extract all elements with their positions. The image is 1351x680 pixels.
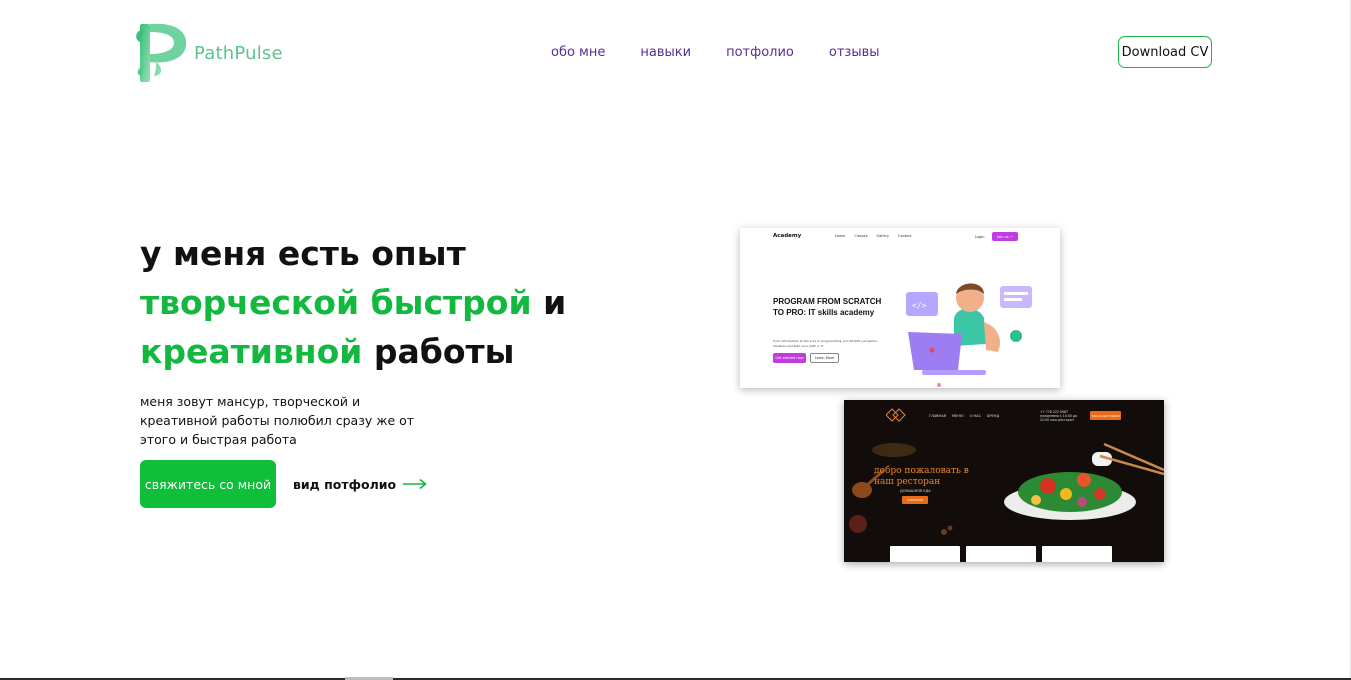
restaurant-menu-card [966, 546, 1036, 562]
portfolio-preview-restaurant[interactable]: ГЛАВНАЯ МЕНЮ О НАС БРЕНД +7 776 222 0987… [844, 400, 1164, 562]
restaurant-menu-card [1042, 546, 1112, 562]
logo[interactable]: PathPulse [136, 22, 283, 84]
restaurant-menu-card [890, 546, 960, 562]
slider-dot [937, 383, 941, 387]
academy-subtext: from introduction to the pros in program… [773, 339, 877, 348]
academy-primary-button: Get started now [773, 353, 806, 363]
academy-nav-item: Classes [854, 234, 868, 238]
academy-nav-item: Gallery [876, 234, 889, 238]
arrow-right-icon [403, 478, 427, 490]
restaurant-order-cta: ЗАКАЗАТЬ [902, 496, 928, 504]
hero-title-plain2: работы [362, 332, 515, 371]
restaurant-subtitle: ДОМАШНЯЯ ЕДА [900, 489, 931, 493]
food-bowl-illustration [849, 442, 1164, 535]
restaurant-nav-item: О НАС [969, 414, 982, 418]
restaurant-nav-item: МЕНЮ [952, 414, 964, 418]
restaurant-welcome: добро пожаловать в наш ресторан [874, 466, 969, 487]
download-cv-button[interactable]: Download CV [1118, 36, 1212, 68]
nav-reviews[interactable]: отзывы [829, 45, 880, 61]
student-laptop-illustration: </> [906, 283, 1032, 375]
academy-join-button: Join us → [992, 232, 1018, 241]
view-portfolio-link[interactable]: вид потфолио [293, 474, 428, 494]
restaurant-phone: +7 776 222 0987 ежедневно с 10:00 до 22:… [1040, 410, 1078, 423]
academy-brand: Academy [773, 233, 802, 239]
hero-title-green2: креативной [140, 332, 363, 371]
academy-nav-item: Contact [898, 234, 912, 238]
hero-title-plain1: и [531, 283, 567, 322]
restaurant-nav-item: БРЕНД [987, 414, 1000, 418]
academy-nav-item: Home [835, 234, 846, 238]
restaurant-logo-icon [886, 408, 906, 422]
academy-headline: PROGRAM FROM SCRATCH TO PRO: IT skills a… [773, 297, 882, 317]
hero-title-line1: у меня есть опыт [140, 234, 466, 273]
restaurant-nav-item: ГЛАВНАЯ [929, 414, 947, 418]
leaf-p-logo-icon [136, 23, 187, 82]
hero-description: меня зовут мансур, творческой и креативн… [140, 394, 415, 447]
hero-title: у меня есть опыт творческой быстрой и кр… [140, 229, 610, 376]
portfolio-preview-academy[interactable]: Academy Home Classes Gallery Contact Log… [740, 228, 1060, 388]
view-portfolio-label: вид потфолио [293, 476, 397, 492]
contact-me-button[interactable]: свяжитесь со мной [140, 460, 276, 508]
nav-skills[interactable]: навыки [640, 45, 691, 61]
svg-text:</>: </> [912, 301, 927, 310]
logo-text: PathPulse [194, 42, 283, 64]
academy-nav: Home Classes Gallery Contact [835, 234, 912, 238]
restaurant-nav: ГЛАВНАЯ МЕНЮ О НАС БРЕНД [929, 414, 999, 418]
academy-secondary-button: Learn More [810, 353, 839, 363]
nav-portfolio[interactable]: потфолио [726, 45, 794, 61]
restaurant-order-button: ЗАКАЗ ДОСТАВКИ [1090, 411, 1121, 420]
academy-login: Login [975, 235, 985, 239]
hero-title-green1: творческой быстрой [140, 283, 532, 322]
nav-about[interactable]: обо мне [551, 45, 605, 61]
main-nav: обо мне навыки потфолио отзывы [551, 45, 915, 61]
